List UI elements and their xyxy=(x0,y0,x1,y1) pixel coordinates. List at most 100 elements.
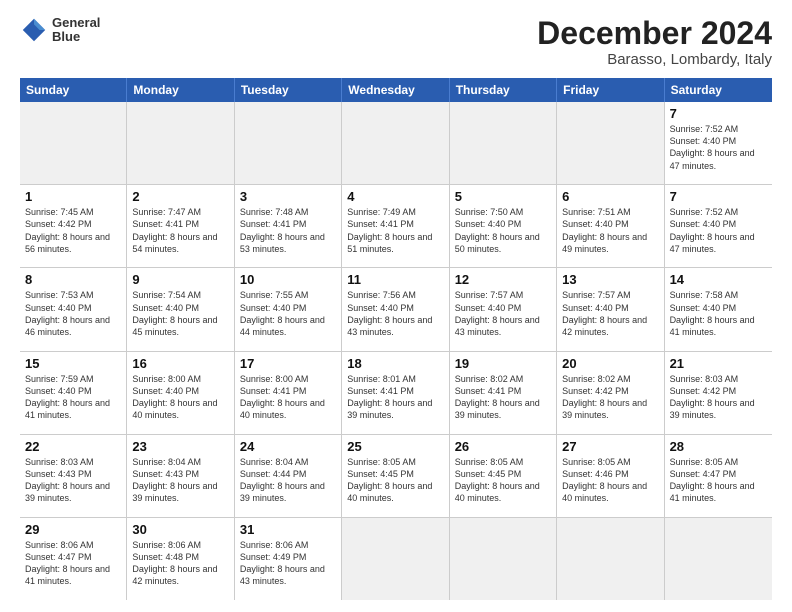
cell-info: Sunrise: 8:05 AMSunset: 4:47 PMDaylight:… xyxy=(670,456,767,505)
cell-info: Sunrise: 8:03 AMSunset: 4:42 PMDaylight:… xyxy=(670,373,767,422)
calendar-cell: 25 Sunrise: 8:05 AMSunset: 4:45 PMDayligh… xyxy=(342,435,449,517)
subtitle: Barasso, Lombardy, Italy xyxy=(537,51,772,68)
calendar-header-cell: Saturday xyxy=(665,78,772,102)
calendar-cell: 26Sunrise: 8:05 AMSunset: 4:45 PMDayligh… xyxy=(450,435,557,517)
calendar-header-cell: Wednesday xyxy=(342,78,449,102)
day-number: 8 xyxy=(25,272,121,287)
calendar-cell: 6Sunrise: 7:51 AMSunset: 4:40 PMDaylight… xyxy=(557,185,664,267)
cell-info: Sunrise: 7:50 AMSunset: 4:40 PMDaylight:… xyxy=(455,206,551,255)
calendar-cell: 12Sunrise: 7:57 AMSunset: 4:40 PMDayligh… xyxy=(450,268,557,350)
calendar-cell: 29 Sunrise: 8:06 AMSunset: 4:47 PMDayligh… xyxy=(20,518,127,600)
day-number: 13 xyxy=(562,272,658,287)
calendar-cell: 14Sunrise: 7:58 AMSunset: 4:40 PMDayligh… xyxy=(665,268,772,350)
calendar-body: 7 Sunrise: 7:52 AMSunset: 4:40 PMDaylight… xyxy=(20,102,772,600)
calendar-cell: 7 Sunrise: 7:52 AMSunset: 4:40 PMDaylight… xyxy=(665,102,772,184)
calendar-week: 8 Sunrise: 7:53 AMSunset: 4:40 PMDaylight… xyxy=(20,268,772,351)
logo-line2: Blue xyxy=(52,30,100,44)
cell-info: Sunrise: 8:06 AMSunset: 4:47 PMDaylight:… xyxy=(25,539,121,588)
calendar-cell: 22 Sunrise: 8:03 AMSunset: 4:43 PMDayligh… xyxy=(20,435,127,517)
day-number: 11 xyxy=(347,272,443,287)
calendar-cell: 8 Sunrise: 7:53 AMSunset: 4:40 PMDaylight… xyxy=(20,268,127,350)
calendar-cell: 23Sunrise: 8:04 AMSunset: 4:43 PMDayligh… xyxy=(127,435,234,517)
cell-info: Sunrise: 8:05 AMSunset: 4:45 PMDaylight:… xyxy=(347,456,443,505)
cell-info: Sunrise: 7:56 AMSunset: 4:40 PMDaylight:… xyxy=(347,289,443,338)
day-number: 5 xyxy=(455,189,551,204)
cell-info: Sunrise: 8:06 AMSunset: 4:48 PMDaylight:… xyxy=(132,539,228,588)
day-number: 7 xyxy=(670,106,767,121)
logo-line1: General xyxy=(52,16,100,30)
day-number: 27 xyxy=(562,439,658,454)
calendar-cell: 2 Sunrise: 7:47 AMSunset: 4:41 PMDaylight… xyxy=(127,185,234,267)
calendar-cell: 18 Sunrise: 8:01 AMSunset: 4:41 PMDayligh… xyxy=(342,352,449,434)
calendar-header-cell: Friday xyxy=(557,78,664,102)
main-title: December 2024 xyxy=(537,16,772,51)
cell-info: Sunrise: 8:00 AMSunset: 4:41 PMDaylight:… xyxy=(240,373,336,422)
day-number: 18 xyxy=(347,356,443,371)
cell-info: Sunrise: 7:47 AMSunset: 4:41 PMDaylight:… xyxy=(132,206,228,255)
cell-info: Sunrise: 7:57 AMSunset: 4:40 PMDaylight:… xyxy=(455,289,551,338)
cell-info: Sunrise: 8:02 AMSunset: 4:41 PMDaylight:… xyxy=(455,373,551,422)
day-number: 25 xyxy=(347,439,443,454)
day-number: 26 xyxy=(455,439,551,454)
day-number: 7 xyxy=(670,189,767,204)
day-number: 19 xyxy=(455,356,551,371)
day-number: 2 xyxy=(132,189,228,204)
calendar-cell xyxy=(127,102,234,184)
calendar-cell: 3 Sunrise: 7:48 AMSunset: 4:41 PMDaylight… xyxy=(235,185,342,267)
calendar-cell: 5 Sunrise: 7:50 AMSunset: 4:40 PMDaylight… xyxy=(450,185,557,267)
calendar-cell xyxy=(342,518,449,600)
cell-info: Sunrise: 7:55 AMSunset: 4:40 PMDaylight:… xyxy=(240,289,336,338)
day-number: 9 xyxy=(132,272,228,287)
calendar-header-cell: Monday xyxy=(127,78,234,102)
calendar-cell xyxy=(342,102,449,184)
cell-info: Sunrise: 7:48 AMSunset: 4:41 PMDaylight:… xyxy=(240,206,336,255)
cell-info: Sunrise: 8:04 AMSunset: 4:43 PMDaylight:… xyxy=(132,456,228,505)
cell-info: Sunrise: 7:45 AMSunset: 4:42 PMDaylight:… xyxy=(25,206,121,255)
day-number: 6 xyxy=(562,189,658,204)
calendar-header: SundayMondayTuesdayWednesdayThursdayFrid… xyxy=(20,78,772,102)
cell-info: Sunrise: 7:52 AMSunset: 4:40 PMDaylight:… xyxy=(670,123,767,172)
calendar-header-cell: Thursday xyxy=(450,78,557,102)
calendar-week: 1Sunrise: 7:45 AMSunset: 4:42 PMDaylight… xyxy=(20,185,772,268)
calendar-cell xyxy=(557,518,664,600)
calendar-cell: 13 Sunrise: 7:57 AMSunset: 4:40 PMDayligh… xyxy=(557,268,664,350)
day-number: 15 xyxy=(25,356,121,371)
day-number: 30 xyxy=(132,522,228,537)
logo: General Blue xyxy=(20,16,100,45)
cell-info: Sunrise: 7:59 AMSunset: 4:40 PMDaylight:… xyxy=(25,373,121,422)
cell-info: Sunrise: 7:57 AMSunset: 4:40 PMDaylight:… xyxy=(562,289,658,338)
calendar-cell: 11 Sunrise: 7:56 AMSunset: 4:40 PMDayligh… xyxy=(342,268,449,350)
calendar-cell: 7 Sunrise: 7:52 AMSunset: 4:40 PMDaylight… xyxy=(665,185,772,267)
cell-info: Sunrise: 7:52 AMSunset: 4:40 PMDaylight:… xyxy=(670,206,767,255)
day-number: 20 xyxy=(562,356,658,371)
logo-icon xyxy=(20,16,48,44)
calendar-week: 7 Sunrise: 7:52 AMSunset: 4:40 PMDaylight… xyxy=(20,102,772,185)
calendar-cell: 21 Sunrise: 8:03 AMSunset: 4:42 PMDayligh… xyxy=(665,352,772,434)
calendar-cell xyxy=(557,102,664,184)
day-number: 24 xyxy=(240,439,336,454)
logo-text: General Blue xyxy=(52,16,100,45)
cell-info: Sunrise: 8:02 AMSunset: 4:42 PMDaylight:… xyxy=(562,373,658,422)
calendar-cell: 20 Sunrise: 8:02 AMSunset: 4:42 PMDayligh… xyxy=(557,352,664,434)
day-number: 29 xyxy=(25,522,121,537)
cell-info: Sunrise: 7:53 AMSunset: 4:40 PMDaylight:… xyxy=(25,289,121,338)
day-number: 31 xyxy=(240,522,336,537)
day-number: 22 xyxy=(25,439,121,454)
calendar-cell: 10Sunrise: 7:55 AMSunset: 4:40 PMDayligh… xyxy=(235,268,342,350)
cell-info: Sunrise: 8:04 AMSunset: 4:44 PMDaylight:… xyxy=(240,456,336,505)
cell-info: Sunrise: 7:49 AMSunset: 4:41 PMDaylight:… xyxy=(347,206,443,255)
day-number: 4 xyxy=(347,189,443,204)
cell-info: Sunrise: 8:01 AMSunset: 4:41 PMDaylight:… xyxy=(347,373,443,422)
day-number: 21 xyxy=(670,356,767,371)
calendar-cell: 19 Sunrise: 8:02 AMSunset: 4:41 PMDayligh… xyxy=(450,352,557,434)
calendar-cell: 9Sunrise: 7:54 AMSunset: 4:40 PMDaylight… xyxy=(127,268,234,350)
calendar-week: 22 Sunrise: 8:03 AMSunset: 4:43 PMDayligh… xyxy=(20,435,772,518)
calendar-cell: 17Sunrise: 8:00 AMSunset: 4:41 PMDayligh… xyxy=(235,352,342,434)
cell-info: Sunrise: 8:03 AMSunset: 4:43 PMDaylight:… xyxy=(25,456,121,505)
day-number: 14 xyxy=(670,272,767,287)
header: General Blue December 2024 Barasso, Lomb… xyxy=(20,16,772,68)
calendar-cell: 28 Sunrise: 8:05 AMSunset: 4:47 PMDayligh… xyxy=(665,435,772,517)
day-number: 3 xyxy=(240,189,336,204)
calendar-header-cell: Tuesday xyxy=(235,78,342,102)
day-number: 28 xyxy=(670,439,767,454)
